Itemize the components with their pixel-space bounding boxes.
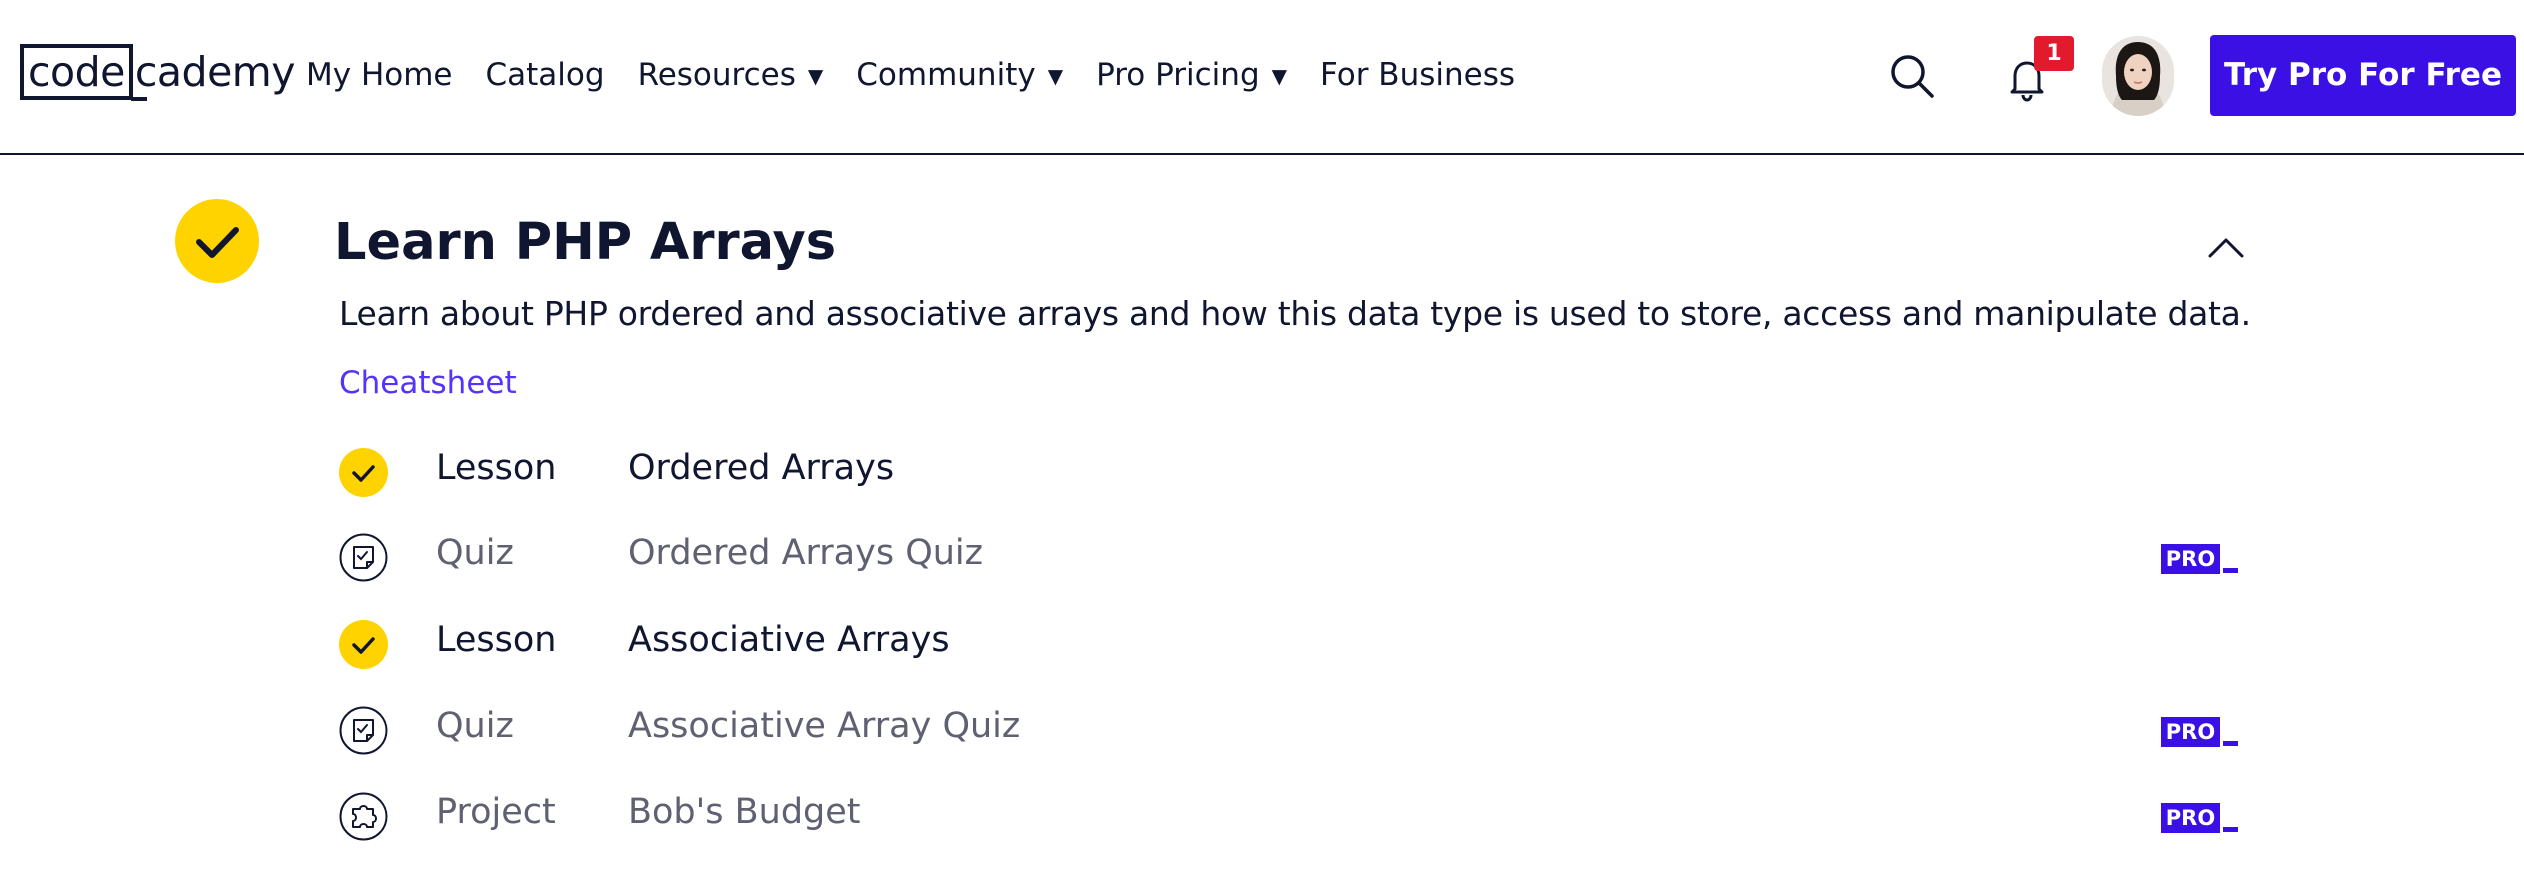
user-avatar[interactable] xyxy=(2102,36,2174,116)
chevron-up-icon[interactable] xyxy=(2202,226,2250,266)
module-completed-check-icon xyxy=(175,199,259,283)
pro-badge: PRO xyxy=(2161,544,2241,574)
top-nav-bar: code cademy My Home Catalog Resources ▼ Co… xyxy=(0,0,2524,155)
pro-badge-label: PRO xyxy=(2161,803,2220,833)
pro-badge-cursor xyxy=(2223,741,2238,746)
try-pro-button[interactable]: Try Pro For Free xyxy=(2210,35,2516,116)
check-icon xyxy=(339,620,388,669)
nav-my-home-label: My Home xyxy=(306,57,453,93)
module-item-bobs-budget[interactable]: Project Bob's Budget PRO xyxy=(339,777,2239,847)
caret-down-icon: ▼ xyxy=(1271,64,1288,88)
pro-badge-cursor xyxy=(2223,568,2238,573)
module-description: Learn about PHP ordered and associative … xyxy=(339,294,2251,333)
nav-community-label: Community xyxy=(856,57,1036,93)
codecademy-logo[interactable]: code cademy xyxy=(20,44,296,101)
puzzle-icon xyxy=(339,792,388,841)
item-title: Bob's Budget xyxy=(628,792,861,832)
check-icon xyxy=(339,448,388,497)
item-type: Lesson xyxy=(436,448,557,488)
pro-badge: PRO xyxy=(2161,803,2241,833)
module-item-ordered-arrays[interactable]: Lesson Ordered Arrays xyxy=(339,433,2239,503)
nav-catalog[interactable]: Catalog xyxy=(486,57,605,93)
nav-resources-label: Resources xyxy=(637,57,796,93)
quiz-icon xyxy=(339,706,388,755)
module-item-ordered-arrays-quiz[interactable]: Quiz Ordered Arrays Quiz PRO xyxy=(339,518,2239,588)
nav-catalog-label: Catalog xyxy=(485,57,605,93)
item-type: Lesson xyxy=(436,620,557,660)
nav-pro-pricing[interactable]: Pro Pricing ▼ xyxy=(1096,57,1287,93)
module-title: Learn PHP Arrays xyxy=(334,213,837,272)
nav-for-business[interactable]: For Business xyxy=(1320,57,1515,93)
module-item-associative-array-quiz[interactable]: Quiz Associative Array Quiz PRO xyxy=(339,691,2239,761)
logo-cademy-text: cademy xyxy=(130,48,296,101)
pro-badge-label: PRO xyxy=(2161,544,2220,574)
main-nav: My Home Catalog Resources ▼ Community ▼ Pr… xyxy=(306,50,1548,100)
quiz-icon xyxy=(339,533,388,582)
cheatsheet-link[interactable]: Cheatsheet xyxy=(339,360,517,406)
item-title: Associative Arrays xyxy=(628,620,950,660)
item-title: Ordered Arrays xyxy=(628,448,895,488)
notification-count-badge[interactable]: 1 xyxy=(2034,36,2074,71)
nav-for-business-label: For Business xyxy=(1320,57,1516,93)
logo-code-box: code xyxy=(20,44,133,100)
caret-down-icon: ▼ xyxy=(1047,64,1064,88)
item-type: Quiz xyxy=(436,706,514,746)
item-title: Associative Array Quiz xyxy=(628,706,1021,746)
item-title: Ordered Arrays Quiz xyxy=(628,533,984,573)
pro-badge: PRO xyxy=(2161,717,2241,747)
pro-badge-label: PRO xyxy=(2161,717,2220,747)
nav-pro-pricing-label: Pro Pricing xyxy=(1096,57,1260,93)
item-type: Project xyxy=(436,792,556,832)
pro-badge-cursor xyxy=(2223,827,2238,832)
nav-my-home[interactable]: My Home xyxy=(306,57,453,93)
nav-resources[interactable]: Resources ▼ xyxy=(638,57,824,93)
caret-down-icon: ▼ xyxy=(807,64,824,88)
search-icon[interactable] xyxy=(1884,48,1940,104)
nav-community[interactable]: Community ▼ xyxy=(856,57,1063,93)
module-item-associative-arrays[interactable]: Lesson Associative Arrays xyxy=(339,605,2239,675)
item-type: Quiz xyxy=(436,533,514,573)
